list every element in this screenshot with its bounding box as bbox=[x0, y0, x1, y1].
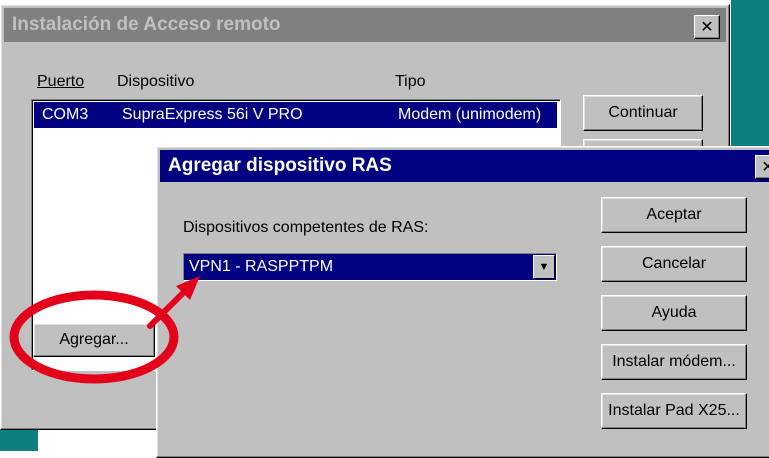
device-row-port: COM3 bbox=[42, 106, 89, 123]
add-ras-device-dialog: Agregar dispositivo RAS ✕ Dispositivos c… bbox=[156, 146, 769, 458]
ras-device-selected-value: VPN1 - RASPPTPM bbox=[189, 258, 334, 275]
add-ras-device-title-bar[interactable]: Agregar dispositivo RAS bbox=[160, 150, 769, 182]
help-button[interactable]: Ayuda bbox=[601, 295, 747, 331]
add-button[interactable]: Agregar... bbox=[33, 323, 155, 357]
dropdown-arrow-icon[interactable]: ▼ bbox=[533, 255, 555, 279]
device-row-com3[interactable]: COM3 SupraExpress 56i V PRO Modem (unimo… bbox=[34, 102, 557, 128]
remote-access-title: Instalación de Acceso remoto bbox=[12, 14, 281, 35]
remote-access-title-bar[interactable]: Instalación de Acceso remoto bbox=[4, 8, 726, 42]
install-pad-x25-button[interactable]: Instalar Pad X25... bbox=[601, 393, 747, 429]
add-ras-device-title: Agregar dispositivo RAS bbox=[168, 155, 392, 176]
ras-devices-label: Dispositivos competentes de RAS: bbox=[183, 219, 429, 236]
column-header-type[interactable]: Tipo bbox=[395, 73, 426, 91]
dialog-close-icon[interactable]: ✕ bbox=[755, 155, 769, 179]
column-header-port[interactable]: Puerto bbox=[37, 73, 84, 91]
install-modem-button[interactable]: Instalar módem... bbox=[601, 344, 747, 380]
device-row-type: Modem (unimodem) bbox=[398, 106, 542, 123]
ras-device-select[interactable]: VPN1 - RASPPTPM ▼ bbox=[183, 253, 557, 281]
device-row-device: SupraExpress 56i V PRO bbox=[122, 106, 303, 123]
close-icon[interactable]: ✕ bbox=[694, 15, 720, 39]
accept-button[interactable]: Aceptar bbox=[601, 197, 747, 233]
continue-button[interactable]: Continuar bbox=[583, 95, 703, 131]
desktop-background-left bbox=[0, 430, 38, 451]
cancel-button[interactable]: Cancelar bbox=[601, 246, 747, 282]
column-header-device[interactable]: Dispositivo bbox=[117, 73, 194, 91]
